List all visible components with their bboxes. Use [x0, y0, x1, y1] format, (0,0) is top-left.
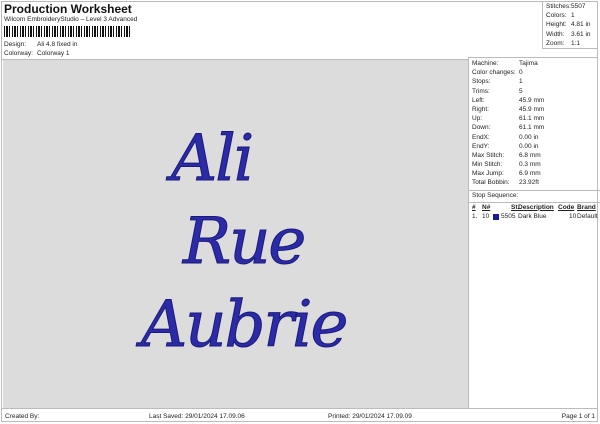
machine-info-panel: Machine: Tajima Color changes: 0 Stops: 1 Trim…: [468, 57, 600, 408]
stop-sequence-title: Stop Sequence:: [472, 191, 519, 199]
summary-row: Stitches: 5507: [546, 3, 598, 12]
design-preview: Ali Rue Aubrie: [3, 60, 468, 408]
info-label: Max Jump:: [472, 170, 504, 178]
colorway-label: Colorway:: [4, 50, 33, 57]
divider: [469, 201, 600, 203]
software-subtitle: Wilcom EmbroideryStudio – Level 3 Advanc…: [4, 16, 138, 23]
info-value: 0: [519, 69, 523, 77]
color-code: 10: [569, 212, 577, 220]
column-header: Description: [518, 203, 554, 211]
column-header: Brand: [577, 203, 596, 211]
info-value: 0.3 mm: [519, 161, 541, 169]
info-label: Stops:: [472, 78, 491, 86]
summary-row: Width: 3.61 in: [546, 31, 598, 40]
production-worksheet: Production Worksheet Wilcom EmbroiderySt…: [0, 0, 600, 424]
last-saved: Last Saved: 29/01/2024 17.09.06: [149, 413, 245, 420]
color-description: Dark Blue: [518, 212, 547, 220]
summary-value: 4.81 in: [571, 21, 591, 29]
stitch-count: 5505: [501, 212, 516, 220]
printed-date: Printed: 29/01/2024 17.09.09: [328, 413, 412, 420]
info-label: Machine:: [472, 60, 499, 67]
info-value: 45.9 mm: [519, 105, 545, 113]
info-label: Trims:: [472, 87, 490, 95]
column-header: Code: [558, 203, 575, 211]
info-value: 6.9 mm: [519, 170, 541, 178]
machine-info-row: Left: 45.9 mm: [472, 97, 598, 106]
brand: Default: [577, 212, 598, 220]
colorway-row: Colorway: Colorway 1: [4, 50, 70, 57]
summary-value: 1:1: [571, 39, 581, 47]
machine-info-row: Machine: Tajima: [472, 60, 598, 69]
info-label: Right:: [472, 105, 489, 113]
info-label: EndY:: [472, 142, 490, 150]
stop-sequence-row: 1. 10 5505 Dark Blue 10 Default: [472, 213, 598, 222]
info-value: 1: [519, 78, 523, 86]
colorway-value: Colorway 1: [37, 50, 70, 57]
machine-info-row: EndX: 0.00 in: [472, 134, 598, 143]
machine-info-row: Max Jump: 6.9 mm: [472, 170, 598, 179]
needle-number: 10: [482, 212, 490, 220]
footer: Created By: Last Saved: 29/01/2024 17.09…: [1, 408, 598, 423]
info-label: Total Bobbin:: [472, 179, 510, 187]
machine-info-row: Max Stitch: 6.8 mm: [472, 152, 598, 161]
machine-info-row: Color changes: 0: [472, 69, 598, 78]
divider: [469, 189, 600, 191]
summary-label: Colors:: [546, 12, 567, 20]
stop-sequence-header: # N# St. Description Code Brand: [472, 204, 598, 213]
machine-info-row: Min Stitch: 0.3 mm: [472, 161, 598, 170]
summary-value: 5507: [571, 3, 586, 10]
design-name-row: Design: Ali 4.8 fixed in: [4, 41, 77, 48]
info-value: 5: [519, 87, 523, 95]
info-label: Left:: [472, 96, 485, 104]
summary-label: Width:: [546, 30, 565, 38]
summary-label: Zoom:: [546, 39, 565, 47]
summary-value: 3.61 in: [571, 30, 591, 38]
machine-info-row: Trims: 5: [472, 88, 598, 97]
page-number: Page 1 of 1: [561, 413, 595, 420]
column-header: #: [472, 203, 476, 211]
design-value: Ali 4.8 fixed in: [37, 41, 78, 48]
summary-row: Height: 4.81 in: [546, 21, 598, 30]
info-label: EndX:: [472, 133, 490, 141]
machine-info-row: EndY: 0.00 in: [472, 143, 598, 152]
summary-label: Height:: [546, 21, 567, 29]
machine-info-row: Total Bobbin: 23.92ft: [472, 179, 598, 188]
design-text-line: Aubrie: [140, 288, 348, 363]
stop-number: 1.: [472, 212, 478, 220]
info-value: 23.92ft: [519, 179, 539, 187]
info-label: Color changes:: [472, 69, 516, 77]
page-title: Production Worksheet: [4, 2, 132, 16]
machine-info-row: Up: 61.1 mm: [472, 115, 598, 124]
summary-value: 1: [571, 12, 575, 20]
machine-info-row: Stops: 1: [472, 78, 598, 87]
info-value: 0.00 in: [519, 133, 539, 141]
created-by: Created By:: [5, 413, 40, 420]
info-value: 6.8 mm: [519, 151, 541, 159]
summary-box: Stitches: 5507 Colors: 1 Height: 4.81 in Wi…: [542, 1, 598, 49]
info-label: Up:: [472, 115, 483, 123]
design-text-line: Rue: [182, 205, 306, 280]
design-text-line: Ali: [170, 122, 254, 197]
machine-info-row: Down: 61.1 mm: [472, 124, 598, 133]
info-label: Min Stitch:: [472, 161, 503, 169]
color-swatch: [493, 213, 499, 220]
summary-row: Zoom: 1:1: [546, 40, 598, 49]
info-label: Down:: [472, 124, 491, 132]
summary-label: Stitches:: [546, 3, 571, 10]
info-label: Max Stitch:: [472, 151, 505, 159]
design-label: Design:: [4, 41, 27, 48]
column-header: N#: [482, 203, 491, 211]
info-value: 61.1 mm: [519, 115, 545, 123]
info-value: 45.9 mm: [519, 96, 545, 104]
barcode: [4, 26, 132, 37]
info-value: Tajima: [519, 60, 538, 67]
info-value: 61.1 mm: [519, 124, 545, 132]
machine-info-row: Right: 45.9 mm: [472, 106, 598, 115]
summary-row: Colors: 1: [546, 12, 598, 21]
info-value: 0.00 in: [519, 142, 539, 150]
